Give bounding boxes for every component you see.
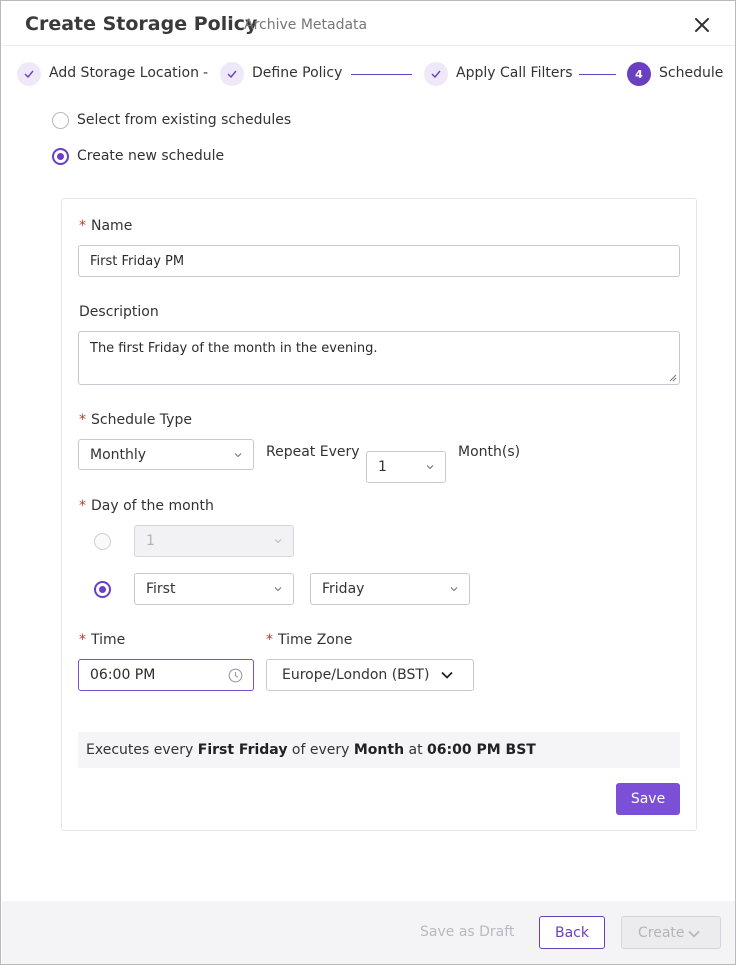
step-connector	[351, 74, 412, 75]
time-value: 06:00 PM	[90, 667, 156, 683]
description-label: Description	[79, 304, 159, 320]
radio-button[interactable]	[52, 111, 69, 129]
create-button-label: Create	[638, 924, 685, 941]
day-number-radio[interactable]	[94, 533, 111, 550]
chevron-down-icon	[688, 930, 700, 938]
ordinal-value: First	[146, 581, 176, 597]
summary-time: 06:00 PM BST	[427, 742, 536, 758]
summary-occurrence: First Friday	[197, 742, 288, 758]
clock-icon[interactable]	[228, 668, 243, 683]
dialog-subtitle: Archive Metadata	[244, 17, 368, 33]
chevron-down-icon	[274, 539, 282, 544]
step-4-number: 4	[627, 62, 651, 86]
chevron-down-icon	[441, 671, 453, 679]
step-3-label[interactable]: Apply Call Filters	[456, 65, 573, 81]
required-marker: *	[79, 632, 86, 648]
time-label: * Time	[79, 632, 126, 648]
step-1-check-icon	[17, 62, 41, 86]
chevron-down-icon	[234, 452, 242, 457]
time-input[interactable]: 06:00 PM	[78, 659, 254, 691]
close-button[interactable]	[690, 13, 714, 37]
description-text: The first Friday of the month in the eve…	[90, 341, 378, 356]
repeat-every-select[interactable]: 1	[366, 451, 446, 483]
create-storage-policy-dialog: Create Storage Policy Archive Metadata A…	[0, 0, 736, 965]
step-connector	[579, 74, 616, 75]
wizard-stepper: Add Storage Location - Define Policy App…	[1, 59, 736, 89]
ordinal-weekday-radio[interactable]	[94, 581, 111, 598]
step-2-check-icon	[220, 62, 244, 86]
resize-handle-icon[interactable]	[669, 374, 677, 382]
description-textarea[interactable]: The first Friday of the month in the eve…	[78, 331, 680, 385]
name-label: * Name	[79, 218, 133, 234]
close-icon	[695, 18, 709, 32]
step-separator: -	[203, 65, 209, 81]
schedule-type-value: Monthly	[90, 446, 147, 463]
repeat-every-value: 1	[378, 459, 387, 475]
required-marker: *	[79, 498, 86, 514]
repeat-unit-label: Month(s)	[458, 444, 521, 460]
radio-button-checked[interactable]	[52, 147, 69, 165]
step-1-label[interactable]: Add Storage Location	[49, 65, 199, 81]
step-2-label[interactable]: Define Policy	[252, 65, 342, 81]
create-new-schedule-option[interactable]: Create new schedule	[52, 146, 224, 166]
schedule-form-card: * Name First Friday PM Description The fi…	[61, 198, 697, 831]
step-4-label[interactable]: Schedule	[659, 65, 723, 81]
create-button[interactable]: Create	[621, 916, 721, 949]
required-marker: *	[79, 218, 86, 234]
chevron-down-icon	[450, 587, 458, 592]
name-input[interactable]: First Friday PM	[78, 245, 680, 277]
step-3-check-icon	[424, 62, 448, 86]
timezone-select[interactable]: Europe/London (BST)	[266, 659, 474, 691]
back-button[interactable]: Back	[539, 916, 605, 949]
repeat-every-label: Repeat Every	[266, 444, 360, 460]
dialog-header: Create Storage Policy Archive Metadata	[2, 2, 735, 46]
schedule-summary: Executes every First Friday of every Mon…	[78, 732, 680, 768]
ordinal-select[interactable]: First	[134, 573, 294, 605]
save-as-draft-button[interactable]: Save as Draft	[420, 924, 514, 940]
chevron-down-icon	[274, 587, 282, 592]
day-of-month-label: * Day of the month	[79, 498, 214, 514]
schedule-type-select[interactable]: Monthly	[78, 439, 254, 470]
select-existing-schedule-label: Select from existing schedules	[77, 112, 292, 128]
summary-period: Month	[353, 742, 405, 758]
weekday-select[interactable]: Friday	[310, 573, 470, 605]
dialog-footer: Save as Draft Back Create	[2, 901, 735, 964]
select-existing-schedule-option[interactable]: Select from existing schedules	[52, 110, 291, 130]
timezone-value: Europe/London (BST)	[282, 667, 430, 683]
required-marker: *	[266, 632, 273, 648]
schedule-type-label: * Schedule Type	[79, 412, 192, 428]
weekday-value: Friday	[322, 581, 365, 597]
dialog-title: Create Storage Policy	[25, 13, 258, 35]
required-marker: *	[79, 412, 86, 428]
timezone-label: * Time Zone	[266, 632, 353, 648]
create-new-schedule-label: Create new schedule	[77, 148, 225, 164]
day-number-select: 1	[134, 525, 294, 557]
chevron-down-icon	[426, 465, 434, 470]
save-button[interactable]: Save	[616, 783, 680, 815]
day-number-value: 1	[146, 533, 155, 549]
